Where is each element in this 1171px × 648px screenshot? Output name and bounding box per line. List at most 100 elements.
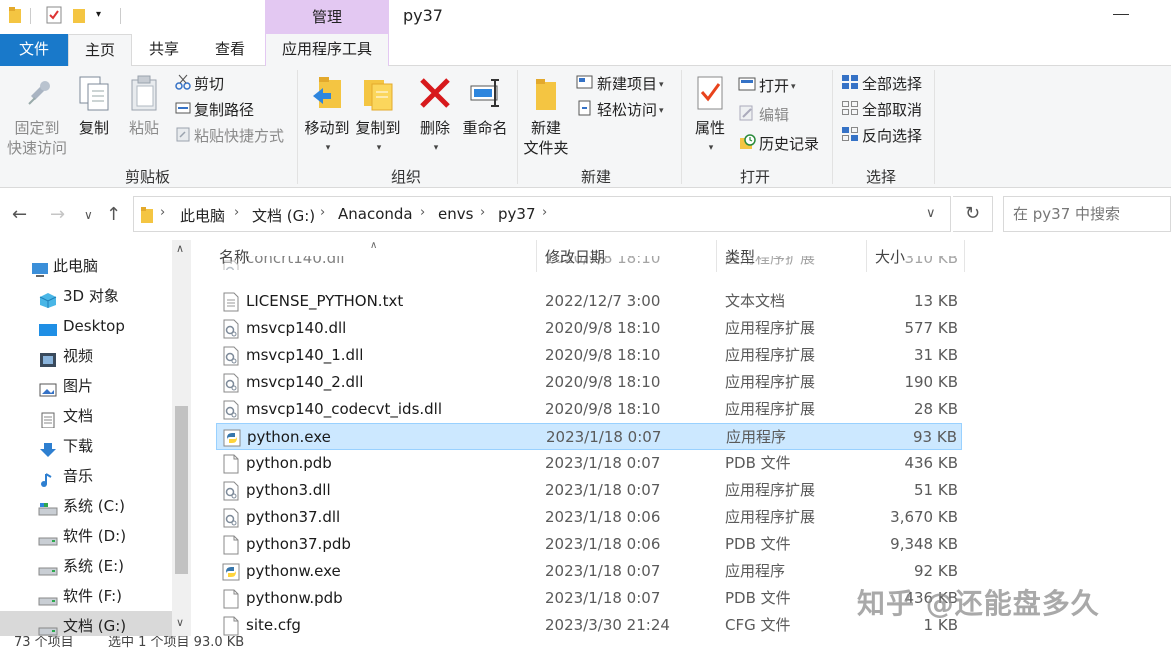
refresh-button[interactable]: ↻ (953, 196, 993, 232)
file-type: 应用程序 (726, 428, 787, 446)
easy-access-button[interactable]: 轻松访问 ▾ (576, 100, 664, 121)
copy-to-button[interactable]: 复制到 ▾ (353, 74, 403, 158)
tab-share[interactable]: 共享 (132, 34, 196, 66)
minimize-button[interactable] (1113, 14, 1129, 15)
nav-item-documents[interactable]: 文档 (0, 401, 172, 431)
breadcrumb-drive-g[interactable]: 文档 (G:) (252, 205, 315, 226)
up-arrow-icon[interactable]: ↑ (106, 204, 121, 225)
file-row[interactable]: msvcp140.dll 2020/9/8 18:10 应用程序扩展 577 KB (216, 315, 962, 342)
file-date: 2023/1/18 0:07 (545, 562, 661, 580)
new-item-button[interactable]: 新建项目 ▾ (576, 74, 664, 95)
pin-icon (28, 81, 50, 105)
nav-item-drive-d[interactable]: 软件 (D:) (0, 521, 172, 551)
scroll-down-arrow-icon[interactable]: ∨ (176, 616, 184, 629)
nav-item-desktop[interactable]: Desktop (0, 311, 172, 341)
address-history-chevron-icon[interactable]: ∨ (926, 206, 936, 221)
open-icon (738, 76, 756, 97)
nav-item-drive-c[interactable]: 系统 (C:) (0, 491, 172, 521)
copy-button[interactable]: 复制 (72, 74, 116, 138)
file-type: 应用程序扩展 (725, 373, 816, 391)
nav-scroll-thumb[interactable] (175, 406, 188, 574)
file-row[interactable]: msvcp140_codecvt_ids.dll 2020/9/8 18:10 应用… (216, 396, 962, 423)
file-row[interactable]: site.cfg 2023/3/30 21:24 CFG 文件 1 KB (216, 612, 962, 636)
file-row[interactable]: pythonw.exe 2023/1/18 0:07 应用程序 92 KB (216, 558, 962, 585)
nav-item-downloads[interactable]: 下载 (0, 431, 172, 461)
nav-item-drive-e[interactable]: 系统 (E:) (0, 551, 172, 581)
nav-item-pictures[interactable]: 图片 (0, 371, 172, 401)
easy-access-icon (576, 100, 594, 121)
move-to-button[interactable]: 移动到 ▾ (302, 74, 352, 158)
nav-item-this-pc[interactable]: 此电脑 (0, 251, 172, 281)
rename-button[interactable]: 重命名 (459, 74, 511, 138)
nav-scrollbar[interactable]: ∧ ∨ (172, 240, 191, 636)
file-row[interactable]: concrt140.dll 2020/9/8 18:10 应用程序扩展 310 KB (216, 256, 962, 270)
paste-shortcut-button[interactable]: 粘贴快捷方式 (175, 126, 284, 147)
breadcrumb-separator[interactable]: › (234, 205, 239, 220)
cut-button[interactable]: 剪切 (175, 74, 224, 95)
breadcrumb-separator[interactable]: › (480, 205, 485, 220)
breadcrumb-separator[interactable]: › (420, 205, 425, 220)
file-row[interactable]: python37.dll 2023/1/18 0:06 应用程序扩展 3,670 KB (216, 504, 962, 531)
edit-button[interactable]: 编辑 (738, 105, 789, 126)
breadcrumb-separator[interactable]: › (320, 205, 325, 220)
tab-view[interactable]: 查看 (198, 34, 262, 66)
paste-button[interactable]: 粘贴 (122, 74, 166, 138)
file-row[interactable]: python.exe 2023/1/18 0:07 应用程序 93 KB (216, 423, 962, 450)
file-list: 名称 ∧ 修改日期 类型 大小 concrt140.dll 2020/9/8 18… (192, 240, 1171, 636)
file-type: PDB 文件 (725, 589, 791, 607)
file-row[interactable]: LICENSE_PYTHON.txt 2022/12/7 3:00 文本文档 13 K… (216, 288, 962, 315)
nav-item-music[interactable]: 音乐 (0, 461, 172, 491)
file-row[interactable]: python.pdb 2023/1/18 0:07 PDB 文件 436 KB (216, 450, 962, 477)
move-to-icon (313, 77, 341, 108)
copy-icon (79, 76, 109, 111)
search-input[interactable]: 在 py37 中搜索 (1003, 196, 1171, 232)
nav-item-videos[interactable]: 视频 (0, 341, 172, 371)
folder-icon[interactable] (8, 6, 22, 28)
ribbon: 固定到 快速访问 复制 粘贴 剪切 复制路径 粘贴快捷方式 剪贴板 移动到 ▾ … (0, 66, 1171, 188)
properties-button[interactable]: 属性 ▾ (688, 74, 732, 158)
nav-item-drive-f[interactable]: 软件 (F:) (0, 581, 172, 611)
pin-quick-access-button[interactable]: 固定到 快速访问 (6, 74, 68, 158)
tab-file[interactable]: 文件 (0, 34, 68, 66)
history-icon (738, 134, 756, 155)
tab-app-tools[interactable]: 应用程序工具 (265, 34, 389, 66)
breadcrumb-py37[interactable]: py37 (498, 205, 536, 223)
invert-selection-button[interactable]: 反向选择 (841, 126, 922, 147)
scroll-up-arrow-icon[interactable]: ∧ (176, 242, 184, 255)
properties-quick-icon[interactable] (46, 6, 62, 28)
file-name: msvcp140.dll (246, 319, 347, 337)
nav-item-3d-objects[interactable]: 3D 对象 (0, 281, 172, 311)
forward-arrow-icon[interactable]: → (50, 204, 65, 225)
breadcrumb-this-pc[interactable]: 此电脑 (180, 205, 225, 226)
new-folder-quick-icon[interactable] (72, 6, 86, 28)
file-row[interactable]: pythonw.pdb 2023/1/18 0:07 PDB 文件 436 KB (216, 585, 962, 612)
select-all-button[interactable]: 全部选择 (841, 74, 922, 95)
file-row[interactable]: msvcp140_2.dll 2020/9/8 18:10 应用程序扩展 190 KB (216, 369, 962, 396)
file-date: 2020/9/8 18:10 (545, 319, 661, 337)
tab-home[interactable]: 主页 (68, 34, 132, 67)
breadcrumb-separator[interactable]: › (160, 205, 165, 220)
back-arrow-icon[interactable]: ← (12, 204, 27, 225)
file-row[interactable]: python37.pdb 2023/1/18 0:06 PDB 文件 9,348 KB (216, 531, 962, 558)
file-row[interactable]: msvcp140_1.dll 2020/9/8 18:10 应用程序扩展 31 KB (216, 342, 962, 369)
file-size: 436 KB (904, 454, 958, 472)
customize-quick-access-icon[interactable]: ▾ (96, 9, 101, 20)
recent-locations-chevron-icon[interactable]: ∨ (84, 208, 93, 222)
address-bar[interactable]: › 此电脑 › 文档 (G:) › Anaconda › envs › py37… (133, 196, 951, 232)
history-button[interactable]: 历史记录 (738, 134, 819, 155)
select-none-button[interactable]: 全部取消 (841, 100, 922, 121)
file-date: 2023/1/18 0:06 (545, 508, 661, 526)
file-date: 2023/1/18 0:07 (545, 589, 661, 607)
address-row: ← → ∨ ↑ › 此电脑 › 文档 (G:) › Anaconda › env… (0, 188, 1171, 240)
file-type: PDB 文件 (725, 454, 791, 472)
copy-path-button[interactable]: 复制路径 (175, 100, 254, 121)
breadcrumb-separator[interactable]: › (542, 205, 547, 220)
delete-button[interactable]: 删除 ▾ (413, 74, 457, 158)
file-name: LICENSE_PYTHON.txt (246, 292, 404, 310)
new-folder-button[interactable]: 新建 文件夹 (520, 74, 572, 158)
open-button[interactable]: 打开 ▾ (738, 76, 796, 97)
breadcrumb-anaconda[interactable]: Anaconda (338, 205, 413, 223)
breadcrumb-envs[interactable]: envs (438, 205, 473, 223)
file-row[interactable]: python3.dll 2023/1/18 0:07 应用程序扩展 51 KB (216, 477, 962, 504)
status-bar: 73 个项目 选中 1 个项目 93.0 KB (0, 636, 1171, 648)
